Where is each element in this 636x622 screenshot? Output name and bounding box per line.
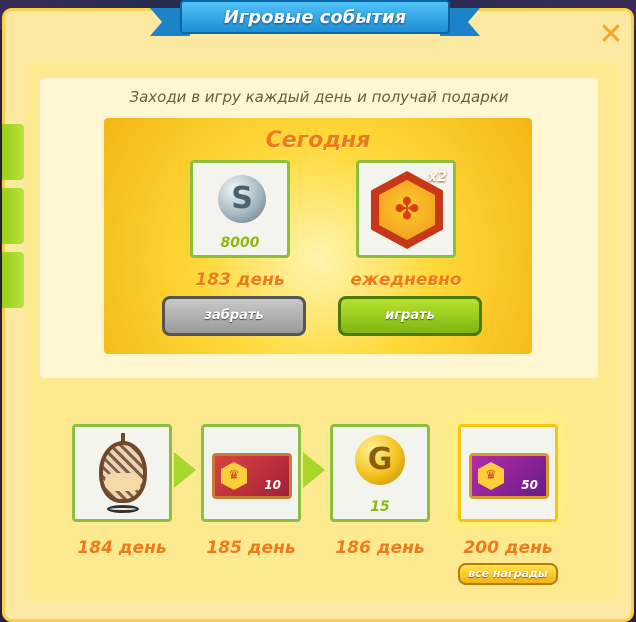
today-panel: Заходи в игру каждый день и получай пода…: [40, 78, 598, 378]
side-tab-1[interactable]: [2, 124, 24, 180]
today-rewards-area: Сегодня S 8000 ✤ x2 183 день ежедневно з…: [104, 118, 532, 354]
close-icon[interactable]: ✕: [598, 20, 624, 50]
hanging-egg-chair-icon: [97, 433, 149, 515]
day-label-today: 183 день: [195, 270, 285, 290]
day-label-daily: ежедневно: [350, 270, 462, 290]
side-tab-3[interactable]: [2, 252, 24, 308]
reward-card-day-200: ♛ 50: [458, 424, 558, 522]
crown-badge-icon: ♛: [221, 462, 247, 490]
gold-coin-icon: G: [355, 435, 405, 485]
day-label-184: 184 день: [77, 538, 167, 558]
reward-value: 8000: [220, 235, 260, 251]
crown-badge-icon: ♛: [478, 462, 504, 490]
all-rewards-button[interactable]: все награды: [458, 563, 558, 585]
ticket-amount: 10: [264, 478, 281, 492]
purple-ticket-icon: ♛ 50: [469, 453, 549, 499]
play-button[interactable]: играть: [338, 296, 482, 336]
window-title: Игровые события: [223, 6, 407, 28]
red-ticket-icon: ♛ 10: [212, 453, 292, 499]
claim-button[interactable]: забрать: [162, 296, 306, 336]
day-label-200: 200 день: [463, 538, 553, 558]
multiplier-label: x2: [428, 169, 447, 185]
reward-card-day-186: G 15: [330, 424, 430, 522]
title-ribbon: Игровые события: [150, 0, 480, 40]
ticket-amount: 50: [521, 478, 538, 492]
reward-card-day-184: [72, 424, 172, 522]
coin-amount: 15: [370, 499, 390, 515]
ribbon-band: Игровые события: [180, 0, 450, 34]
today-title: Сегодня: [265, 128, 371, 153]
panel-subtitle: Заходи в игру каждый день и получай пода…: [129, 88, 509, 106]
reward-card-daily: ✤ x2: [356, 160, 456, 258]
silver-coin-icon: S: [218, 175, 266, 223]
day-label-186: 186 день: [335, 538, 425, 558]
reward-card-coins: S 8000: [190, 160, 290, 258]
day-label-185: 185 день: [206, 538, 296, 558]
side-tab-2[interactable]: [2, 188, 24, 244]
reward-card-day-185: ♛ 10: [201, 424, 301, 522]
